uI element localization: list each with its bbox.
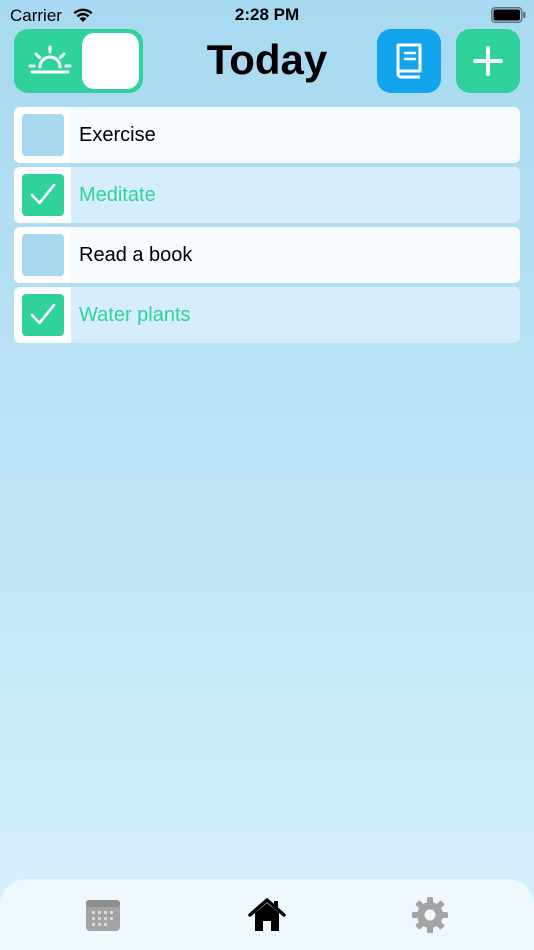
task-label: Read a book (79, 244, 193, 266)
day-mode-toggle[interactable] (14, 29, 143, 93)
task-label: Meditate (79, 184, 156, 206)
checkmark-icon (30, 183, 56, 205)
task-label: Water plants (79, 304, 191, 326)
sunrise-icon (28, 45, 72, 74)
task-checkbox[interactable] (22, 114, 64, 156)
checkbox-cell (14, 167, 71, 223)
task-checkbox[interactable] (22, 234, 64, 276)
calendar-icon (86, 900, 120, 931)
task-checkbox[interactable] (22, 174, 64, 216)
checkbox-cell (14, 287, 71, 343)
page-title: Today (206, 36, 328, 83)
gear-icon (412, 897, 448, 933)
tab-calendar[interactable] (83, 895, 123, 935)
toggle-knob (82, 33, 139, 89)
checkbox-cell (14, 227, 71, 283)
checkmark-icon (30, 303, 56, 325)
checkbox-cell (14, 107, 71, 163)
journal-button[interactable] (377, 29, 441, 93)
add-task-button[interactable] (456, 29, 520, 93)
task-list: Exercise Meditate Read a book Water plan… (14, 107, 520, 347)
status-bar: Carrier 2:28 PM (0, 0, 534, 30)
book-icon (396, 43, 422, 79)
tab-bar (0, 879, 534, 950)
header: Today (0, 28, 534, 94)
tab-home[interactable] (247, 895, 287, 935)
task-row[interactable]: Water plants (14, 287, 520, 343)
task-row[interactable]: Read a book (14, 227, 520, 283)
plus-icon (473, 46, 503, 76)
task-label: Exercise (79, 124, 156, 146)
status-time: 2:28 PM (234, 5, 300, 24)
home-icon (248, 898, 286, 931)
task-row[interactable]: Meditate (14, 167, 520, 223)
task-checkbox[interactable] (22, 294, 64, 336)
battery-icon (491, 7, 526, 23)
tab-settings[interactable] (410, 895, 450, 935)
task-row[interactable]: Exercise (14, 107, 520, 163)
